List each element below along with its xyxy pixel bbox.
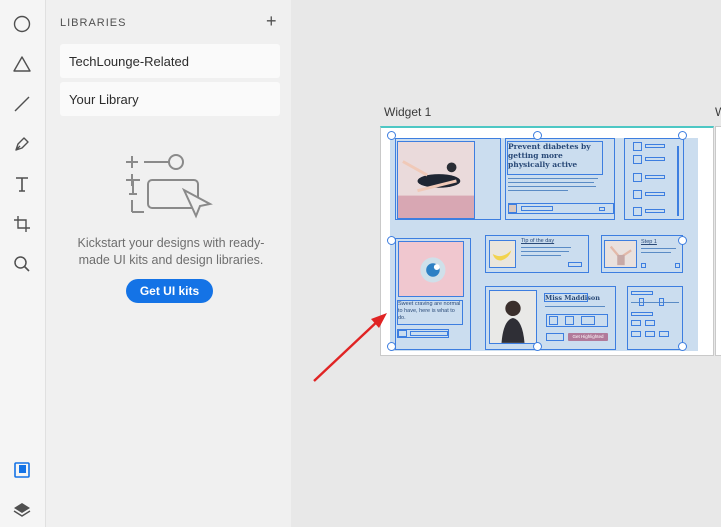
resize-handle[interactable]: [387, 131, 396, 140]
design-canvas[interactable]: Widget 1 W Prevent diabetes by getting m…: [291, 0, 721, 527]
body-line: [641, 248, 676, 249]
text-icon[interactable]: [11, 173, 33, 195]
artboard-widget-2[interactable]: [715, 126, 721, 356]
body-line: [508, 190, 568, 191]
ui-kits-illustration-icon: [124, 150, 214, 220]
artboard-widget-1[interactable]: Prevent diabetes by getting more physica…: [380, 126, 714, 356]
triangle-icon[interactable]: [11, 53, 33, 75]
body-line: [508, 182, 594, 183]
library-item-label: Your Library: [69, 92, 139, 107]
check-icon: [633, 155, 642, 164]
tool-rail: [0, 0, 46, 527]
check-icon: [633, 207, 642, 216]
profile-photo: [489, 290, 537, 344]
author-row: [397, 329, 449, 338]
profile-name-box: [544, 293, 588, 302]
resize-handle[interactable]: [678, 131, 687, 140]
slider-thumb: [639, 298, 644, 306]
pen-icon[interactable]: [11, 133, 33, 155]
check-label: [645, 209, 665, 213]
body-line: [545, 306, 605, 307]
resize-handle[interactable]: [533, 131, 542, 140]
resize-handle[interactable]: [387, 236, 396, 245]
artboard-title[interactable]: Widget 1: [384, 105, 431, 119]
check-label: [645, 192, 665, 196]
check-icon: [633, 173, 642, 182]
secondary-button: [546, 333, 564, 341]
setting-label: [631, 291, 653, 295]
body-line: [521, 251, 569, 252]
line-icon[interactable]: [11, 93, 33, 115]
check-label: [645, 175, 665, 179]
check-label: [645, 157, 665, 161]
bookmark-icon: [599, 207, 605, 211]
headline-box: [507, 141, 603, 175]
body-line: [508, 178, 598, 179]
setting-chip: [645, 331, 655, 337]
slider-thumb: [659, 298, 664, 306]
step-dot: [641, 263, 646, 268]
ui-kits-description: Kickstart your designs with ready-made U…: [77, 236, 265, 267]
body-line: [521, 255, 561, 256]
hero-image: [397, 141, 475, 219]
body-line: [508, 186, 596, 187]
check-label: [645, 144, 665, 148]
setting-chip: [659, 331, 669, 337]
libraries-panel: LIBRARIES + TechLounge-Related Your Libr…: [46, 0, 291, 527]
library-item-label: TechLounge-Related: [69, 54, 189, 69]
step-title: Step 1: [641, 239, 657, 245]
craving-image: [398, 241, 464, 297]
resize-handle[interactable]: [678, 236, 687, 245]
tip-link: [568, 262, 582, 267]
body-line: [521, 247, 571, 248]
step-image: [604, 240, 637, 268]
zoom-icon[interactable]: [11, 253, 33, 275]
setting-chip: [631, 320, 641, 326]
library-item-techlounge[interactable]: TechLounge-Related: [60, 44, 280, 78]
step-dot: [675, 263, 680, 268]
stats-row: [546, 314, 608, 327]
setting-chip: [645, 320, 655, 326]
setting-label: [631, 312, 653, 316]
body-line: [641, 252, 671, 253]
check-icon: [633, 142, 642, 151]
annotation-arrow-icon: [313, 313, 387, 382]
get-highlighted-button[interactable]: Get Highlighted: [568, 333, 608, 341]
craving-text-box: [397, 300, 463, 325]
ellipse-icon[interactable]: [11, 13, 33, 35]
get-ui-kits-button[interactable]: Get UI kits: [126, 279, 213, 303]
setting-chip: [631, 331, 641, 337]
tip-image: [489, 240, 516, 268]
artboard-icon[interactable]: [11, 213, 33, 235]
resize-handle[interactable]: [678, 342, 687, 351]
libraries-header: LIBRARIES: [60, 17, 127, 29]
scroll-track: [677, 146, 679, 216]
libraries-icon[interactable]: [11, 459, 33, 481]
resize-handle[interactable]: [533, 342, 542, 351]
layers-icon[interactable]: [11, 499, 33, 521]
tip-title: Tip of the day: [521, 238, 555, 244]
settings-card[interactable]: [627, 286, 683, 350]
library-item-your-library[interactable]: Your Library: [60, 82, 280, 116]
artboard-title-2[interactable]: W: [715, 105, 721, 119]
add-library-button[interactable]: +: [266, 12, 277, 30]
check-icon: [633, 190, 642, 199]
